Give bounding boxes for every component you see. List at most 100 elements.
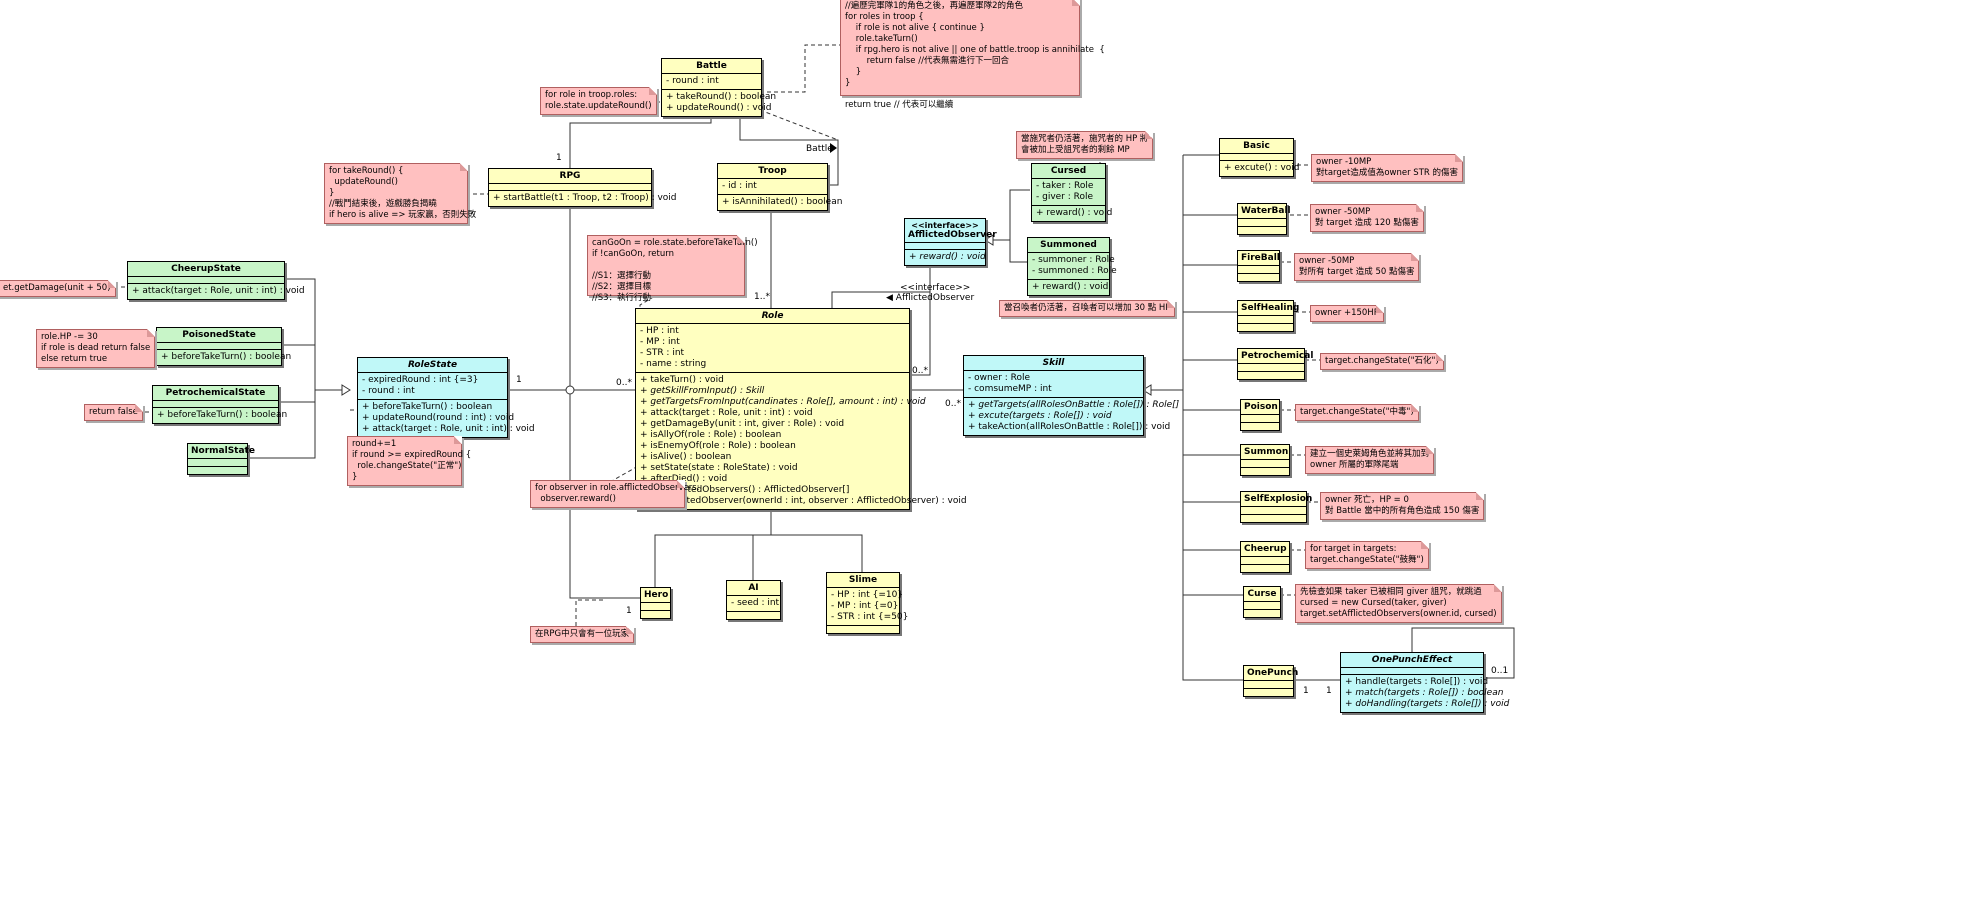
- note-summon: 建立一個史萊姆角色並將其加到 owner 所屬的軍隊尾端: [1305, 446, 1435, 474]
- class-name: Skill: [964, 356, 1143, 371]
- class-name: Basic: [1220, 139, 1293, 154]
- multiplicity-label: 1: [1303, 686, 1309, 696]
- class-cursed[interactable]: Cursed - taker : Role - giver : Role + r…: [1031, 163, 1112, 222]
- multiplicity-label: 1: [556, 153, 562, 163]
- operation: + isEnemyOf(role : Role) : boolean: [640, 441, 796, 451]
- class-one-punch-effect[interactable]: OnePunchEffect + handle(targets : Role[]…: [1340, 652, 1509, 713]
- class-water-ball[interactable]: WaterBall: [1237, 203, 1291, 235]
- attribute: - round : int: [666, 76, 719, 86]
- note-hero-only: 在RPG中只會有一位玩家: [530, 626, 635, 643]
- operation: + updateRound() : void: [666, 103, 772, 113]
- class-name: Role: [636, 309, 909, 324]
- operation: + beforeTakeTurn() : boolean: [362, 402, 493, 412]
- interface-afflicted-observer[interactable]: <<interface>> AfflictedObserver + reward…: [904, 218, 997, 266]
- attribute: - owner : Role: [968, 373, 1031, 383]
- class-name: RoleState: [358, 358, 507, 373]
- class-self-healing[interactable]: SelfHealing: [1237, 300, 1299, 332]
- operation: + getTargetsFromInput(candinates : Role[…: [640, 397, 926, 407]
- attribute: - HP : int: [640, 326, 679, 336]
- class-rpg[interactable]: RPG + startBattle(t1 : Troop, t2 : Troop…: [488, 168, 677, 207]
- class-name: Summoned: [1028, 238, 1109, 253]
- note-self-healing: owner +150HP: [1310, 305, 1384, 322]
- class-poisoned-state[interactable]: PoisonedState + beforeTakeTurn() : boole…: [156, 327, 291, 366]
- class-name: FireBall: [1238, 251, 1280, 266]
- class-name: WaterBall: [1238, 204, 1291, 219]
- operation: + attack(target : Role, unit : int) : vo…: [640, 408, 813, 418]
- class-curse[interactable]: Curse: [1243, 586, 1281, 618]
- note-basic: owner -10MP 對target造成值為owner STR 的傷害: [1311, 154, 1464, 182]
- attribute: - taker : Role: [1036, 181, 1094, 191]
- class-slime[interactable]: Slime - HP : int {=10} - MP : int {=0} -…: [826, 572, 909, 634]
- operation: + getSkillFromInput() : Skill: [640, 386, 765, 396]
- operation: + beforeTakeTurn() : boolean: [157, 410, 288, 420]
- attribute: - name : string: [640, 359, 707, 369]
- class-fire-ball[interactable]: FireBall: [1237, 250, 1280, 282]
- stereotype: <<interface>>: [911, 221, 979, 230]
- class-petrochemical[interactable]: Petrochemical: [1237, 348, 1313, 380]
- class-poison[interactable]: Poison: [1240, 399, 1280, 431]
- operation: + takeAction(allRolesOnBattle : Role[]) …: [968, 422, 1171, 432]
- class-name: AfflictedObserver: [905, 230, 997, 243]
- attribute: - STR : int: [640, 348, 685, 358]
- class-hero[interactable]: Hero: [640, 587, 671, 619]
- multiplicity-label: 0..*: [912, 366, 928, 376]
- operation: + excute(targets : Role[]) : void: [968, 411, 1112, 421]
- attribute: - STR : int {=50}: [831, 612, 909, 622]
- class-cheerup-state[interactable]: CheerupState + attack(target : Role, uni…: [127, 261, 305, 300]
- note-cheerup-skill: for target in targets: target.changeStat…: [1305, 541, 1429, 569]
- attribute: - MP : int: [640, 337, 680, 347]
- class-cheerup[interactable]: Cheerup: [1240, 541, 1290, 573]
- class-one-punch[interactable]: OnePunch: [1243, 665, 1298, 697]
- class-name: Cheerup: [1241, 542, 1289, 557]
- note-cheerup-state: et.getDamage(unit + 50): [0, 280, 116, 297]
- class-name: CheerupState: [128, 262, 284, 277]
- stereotype-label: <<interface>>: [900, 283, 971, 293]
- attribute: - MP : int {=0}: [831, 601, 899, 611]
- class-name: Summon: [1241, 445, 1289, 460]
- multiplicity-label: 0..*: [616, 378, 632, 388]
- operation: + updateRound(round : int) : void: [362, 413, 515, 423]
- operation: + takeTurn() : void: [640, 375, 724, 385]
- note-petrochemical-state: return false: [84, 404, 143, 421]
- class-petrochemical-state[interactable]: PetrochemicalState + beforeTakeTurn() : …: [152, 385, 288, 424]
- class-name: AI: [727, 581, 780, 596]
- class-normal-state[interactable]: NormalState: [187, 443, 255, 475]
- class-name: Poison: [1241, 400, 1279, 415]
- class-summon[interactable]: Summon: [1240, 444, 1290, 476]
- operation: + reward() : void: [1032, 282, 1109, 292]
- operation: + match(targets : Role[]) : boolean: [1345, 688, 1504, 698]
- class-name: SelfExplosion: [1241, 492, 1312, 507]
- operation: + getTargets(allRolesOnBattle : Role[]) …: [968, 400, 1180, 410]
- class-ai[interactable]: AI - seed : int: [726, 580, 781, 620]
- multiplicity-label: 0..*: [945, 399, 961, 409]
- operation: + isAllyOf(role : Role) : boolean: [640, 430, 782, 440]
- multiplicity-label: 1..*: [754, 292, 770, 302]
- operation: + isAnnihilated() : boolean: [722, 197, 843, 207]
- class-self-explosion[interactable]: SelfExplosion: [1240, 491, 1312, 523]
- class-summoned[interactable]: Summoned - summoner : Role - summoned : …: [1027, 237, 1117, 296]
- multiplicity-label: 1: [516, 375, 522, 385]
- note-summoned: 當召喚者仍活著，召喚者可以增加 30 點 HP: [999, 300, 1176, 317]
- class-skill[interactable]: Skill - owner : Role - comsumeMP : int +…: [963, 355, 1180, 436]
- class-name: OnePunch: [1244, 666, 1298, 681]
- association-label: ◀ AfflictedObserver: [886, 293, 975, 303]
- multiplicity-label: 0..1: [1491, 666, 1509, 676]
- attribute: - seed : int: [731, 598, 780, 608]
- class-name: PoisonedState: [157, 328, 281, 343]
- class-role-state[interactable]: RoleState - expiredRound : int {=3} - ro…: [357, 357, 535, 438]
- note-fire-ball: owner -50MP 對所有 target 造成 50 點傷害: [1294, 253, 1420, 281]
- operation: + reward() : void: [909, 252, 986, 262]
- note-poison: target.changeState("中毒"): [1295, 404, 1419, 421]
- association-label: Battle: [806, 144, 833, 154]
- class-name: Slime: [827, 573, 899, 588]
- class-battle[interactable]: Battle - round : int + takeRound() : boo…: [661, 58, 776, 117]
- class-troop[interactable]: Troop - id : int + isAnnihilated() : boo…: [717, 163, 843, 211]
- class-basic[interactable]: Basic + excute() : void: [1219, 138, 1300, 177]
- operation: + excute() : void: [1224, 163, 1300, 173]
- note-update-round: for role in troop.roles: role.state.upda…: [540, 87, 657, 115]
- note-battle-loop: //遍歷完軍隊1的角色之後，再遍歷軍隊2的角色 for roles in tro…: [840, 0, 1105, 110]
- note-take-turn: canGoOn = role.state.beforeTakeTurn() if…: [587, 235, 758, 303]
- note-role-state-round: round+=1 if round >= expiredRound { role…: [347, 436, 471, 486]
- class-name: Curse: [1244, 587, 1280, 602]
- class-name: PetrochemicalState: [153, 386, 278, 401]
